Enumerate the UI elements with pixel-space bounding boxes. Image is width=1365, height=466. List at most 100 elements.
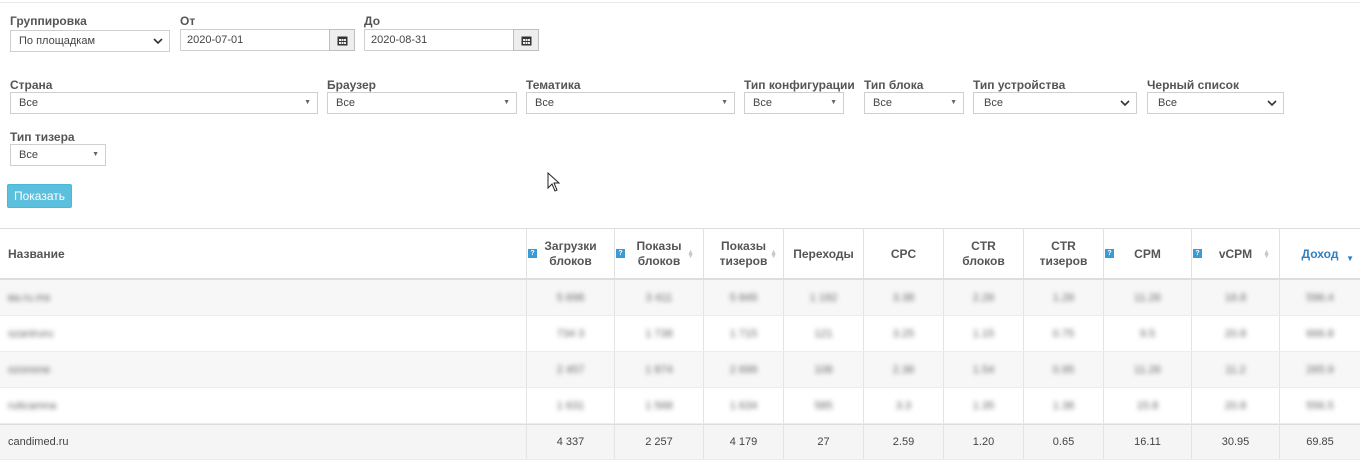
table-cell: 1.54: [944, 352, 1024, 387]
table-cell: szaniruru: [0, 316, 527, 351]
table-row[interactable]: szaniruru 734 3 1 738 1 715 121 3.25 1.15 0.75 9…: [0, 316, 1360, 352]
block-type-select[interactable]: Все ▼: [864, 92, 964, 114]
table-cell: 2.36: [864, 352, 944, 387]
table-cell: 3.38: [864, 280, 944, 315]
col-header-label: Переходы: [793, 246, 854, 261]
date-from-calendar-button[interactable]: [329, 29, 355, 51]
table-cell: 121: [784, 316, 864, 351]
col-header-label: CTR: [1051, 239, 1076, 253]
show-button[interactable]: Показать: [7, 184, 72, 208]
table-cell: 4 337: [527, 425, 615, 459]
col-header-block-views[interactable]: ? Показы блоков ▲ ▼: [615, 229, 704, 279]
col-header-label: Показы: [721, 239, 766, 253]
sort-icon: ▲ ▼: [1263, 249, 1270, 260]
caret-down-icon: ▼: [721, 99, 728, 106]
col-header-cpm[interactable]: ? CPM: [1104, 229, 1192, 279]
col-header-vcpm[interactable]: ? vCPM ▲ ▼: [1192, 229, 1280, 279]
table-row[interactable]: ozonone 2 457 1 874 2 699 108 2.36 1.54 0.95 11.…: [0, 352, 1360, 388]
table-cell: 0.65: [1024, 425, 1104, 459]
help-icon[interactable]: ?: [1105, 249, 1114, 258]
grouping-value: По площадкам: [19, 35, 96, 47]
col-header-label: блоков: [962, 254, 1005, 268]
col-header-revenue[interactable]: Доход ▼: [1280, 229, 1360, 279]
block-type-label: Тип блока: [864, 78, 924, 92]
cell-value: 1 192: [809, 291, 838, 304]
grouping-select[interactable]: По площадкам: [10, 30, 170, 52]
table-row[interactable]: candimed.ru 4 337 2 257 4 179 27 2.59 1.20 0.65…: [0, 424, 1360, 460]
help-icon[interactable]: ?: [616, 249, 625, 258]
table-cell: ва.ru.ms: [0, 280, 527, 315]
device-type-value: Все: [984, 97, 1003, 109]
table-cell: 20.8: [1192, 316, 1280, 351]
browser-select[interactable]: Все ▼: [327, 92, 517, 114]
help-icon[interactable]: ?: [1193, 249, 1202, 258]
table-cell: 11.2: [1192, 352, 1280, 387]
cell-value: 2.26: [972, 291, 995, 304]
table-row[interactable]: ва.ru.ms 5 698 3 411 5 849 1 192 3.38 2.26 1.26…: [0, 280, 1360, 316]
cell-value: 4 179: [729, 436, 758, 448]
table-cell: 596.4: [1280, 280, 1360, 315]
table-cell: 69.85: [1280, 425, 1360, 459]
cell-value: 3.25: [892, 327, 915, 340]
table-cell: 11.26: [1104, 280, 1192, 315]
caret-down-icon: ▼: [830, 99, 837, 106]
blacklist-value: Все: [1158, 97, 1177, 109]
col-header-ctr-blocks[interactable]: CTR блоков: [944, 229, 1024, 279]
chevron-down-icon: [1120, 100, 1130, 107]
table-cell: 5 698: [527, 280, 615, 315]
cell-value: 1 631: [556, 399, 585, 412]
table-cell: 15.8: [1104, 388, 1192, 423]
date-from-input[interactable]: 2020-07-01: [180, 29, 330, 51]
col-header-clicks[interactable]: Переходы: [784, 229, 864, 279]
teaser-type-select[interactable]: Все ▼: [10, 144, 106, 166]
table-cell: 1 715: [704, 316, 784, 351]
cell-value: 20.8: [1224, 327, 1247, 340]
col-header-name[interactable]: Название: [0, 229, 527, 279]
table-cell: 1.20: [944, 425, 1024, 459]
table-cell: 1.35: [944, 388, 1024, 423]
table-row[interactable]: ruticamna 1 631 1 568 1 634 585 3.3 1.35 1.38 15…: [0, 388, 1360, 424]
table-cell: 3.3: [864, 388, 944, 423]
sort-desc-icon: ▼: [1346, 254, 1354, 263]
caret-down-icon: ▼: [950, 99, 957, 106]
teaser-type-value: Все: [19, 149, 38, 161]
table-cell: ozonone: [0, 352, 527, 387]
table-cell: ruticamna: [0, 388, 527, 423]
blacklist-select[interactable]: Все: [1147, 92, 1284, 114]
table-cell: 20.8: [1192, 388, 1280, 423]
calendar-icon: [337, 36, 348, 46]
device-type-select[interactable]: Все: [973, 92, 1137, 114]
col-header-cpc[interactable]: CPC: [864, 229, 944, 279]
table-cell: 11.26: [1104, 352, 1192, 387]
cell-value: ozonone: [8, 363, 51, 376]
help-icon[interactable]: ?: [528, 249, 537, 258]
col-header-ctr-teasers[interactable]: CTR тизеров: [1024, 229, 1104, 279]
date-to-input[interactable]: 2020-08-31: [364, 29, 514, 51]
table-cell: 0.75: [1024, 316, 1104, 351]
cell-value: candimed.ru: [8, 436, 69, 448]
col-header-label: тизеров: [719, 254, 768, 268]
cell-value: 596.4: [1306, 291, 1334, 304]
cell-value: 1 568: [645, 399, 673, 412]
table-cell: 2.26: [944, 280, 1024, 315]
cell-value: 11.26: [1134, 291, 1161, 304]
cell-value: 5 698: [556, 291, 585, 304]
cell-value: 69.85: [1306, 436, 1334, 448]
topic-select[interactable]: Все ▼: [526, 92, 735, 114]
country-select[interactable]: Все ▼: [10, 92, 318, 114]
table-cell: 2.59: [864, 425, 944, 459]
topic-label: Тематика: [526, 78, 581, 92]
col-header-label: Название: [8, 246, 65, 261]
cell-value: 0.75: [1052, 327, 1075, 340]
date-from-label: От: [180, 14, 196, 28]
col-header-block-loads[interactable]: ? Загрузки блоков: [527, 229, 615, 279]
cell-value: 3.38: [892, 291, 915, 304]
cell-value: 1 874: [645, 363, 673, 376]
col-header-teaser-views[interactable]: Показы тизеров ▲ ▼: [704, 229, 784, 279]
chevron-down-icon: [153, 38, 163, 45]
config-type-select[interactable]: Все ▼: [744, 92, 844, 114]
cell-value: 556.5: [1306, 399, 1334, 412]
cell-value: 20.8: [1224, 399, 1247, 412]
cell-value: 27: [817, 436, 830, 448]
date-to-calendar-button[interactable]: [513, 29, 539, 51]
